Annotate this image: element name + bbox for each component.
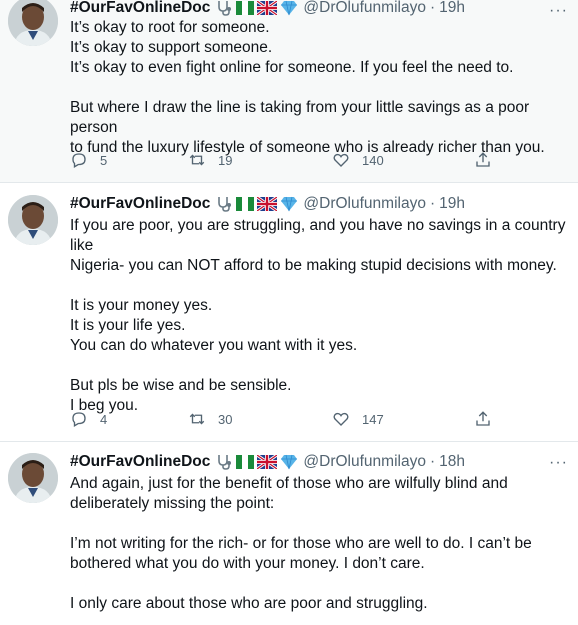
nigeria-flag-icon bbox=[236, 197, 255, 211]
uk-flag-icon bbox=[257, 1, 278, 15]
display-name[interactable]: #OurFavOnlineDoc bbox=[70, 452, 210, 472]
like-count: 147 bbox=[362, 411, 384, 427]
tweet-line: It is your money yes. bbox=[70, 297, 213, 314]
like-button[interactable]: 140 bbox=[332, 151, 384, 169]
tweet[interactable]: #OurFavOnlineDoc @DrOlufunmilayo · 19h I… bbox=[0, 183, 578, 442]
gem-icon bbox=[281, 454, 298, 470]
tweet-line: I only care about those who are poor and… bbox=[70, 595, 428, 612]
tweet-line: deliberately missing the point: bbox=[70, 495, 275, 512]
share-icon bbox=[476, 152, 490, 167]
tweet-text: And again, just for the benefit of those… bbox=[70, 474, 570, 614]
share-button[interactable] bbox=[474, 151, 492, 169]
like-count: 140 bbox=[362, 152, 384, 168]
timestamp[interactable]: 18h bbox=[439, 452, 465, 472]
heart-icon bbox=[333, 412, 349, 426]
reply-count: 4 bbox=[100, 411, 108, 427]
reply-count: 5 bbox=[100, 152, 108, 168]
avatar[interactable] bbox=[8, 195, 58, 245]
nigeria-flag-icon bbox=[236, 455, 255, 469]
like-button[interactable]: 147 bbox=[332, 410, 384, 428]
share-button[interactable] bbox=[474, 410, 492, 428]
share-icon bbox=[476, 411, 490, 426]
stethoscope-icon bbox=[218, 1, 232, 16]
name-emojis bbox=[215, 0, 298, 17]
tweet-line: bothered what you do with your money. I … bbox=[70, 555, 425, 572]
stethoscope-icon bbox=[218, 197, 232, 212]
tweet-line: It is your life yes. bbox=[70, 317, 186, 334]
reply-icon bbox=[72, 153, 86, 168]
retweet-button[interactable]: 30 bbox=[188, 410, 232, 428]
name-emojis bbox=[215, 195, 298, 213]
retweet-icon bbox=[189, 413, 205, 425]
avatar[interactable] bbox=[8, 453, 58, 503]
heart-icon bbox=[333, 153, 349, 167]
tweet-actions: 4 30 147 bbox=[70, 410, 500, 430]
handle[interactable]: @DrOlufunmilayo bbox=[303, 194, 426, 214]
uk-flag-icon bbox=[257, 197, 278, 211]
retweet-icon bbox=[189, 154, 205, 166]
separator-dot: · bbox=[429, 195, 436, 212]
handle[interactable]: @DrOlufunmilayo bbox=[303, 452, 426, 472]
tweet-line: It’s okay to even fight online for someo… bbox=[70, 59, 514, 76]
tweet-text: It’s okay to root for someone. It’s okay… bbox=[70, 18, 570, 158]
reply-button[interactable]: 5 bbox=[70, 151, 107, 169]
retweet-count: 19 bbox=[218, 152, 233, 168]
gem-icon bbox=[281, 0, 298, 16]
reply-button[interactable]: 4 bbox=[70, 410, 107, 428]
tweet-line: And again, just for the benefit of those… bbox=[70, 475, 508, 492]
retweet-count: 30 bbox=[218, 411, 233, 427]
retweet-button[interactable]: 19 bbox=[188, 151, 232, 169]
avatar[interactable] bbox=[8, 0, 58, 46]
gem-icon bbox=[281, 196, 298, 212]
tweet-text: If you are poor, you are struggling, and… bbox=[70, 216, 570, 416]
separator-dot: · bbox=[429, 453, 436, 470]
tweet-line: But pls be wise and be sensible. bbox=[70, 377, 292, 394]
tweet-line: Nigeria- you can NOT afford to be making… bbox=[70, 257, 557, 274]
tweet-line: I’m not writing for the rich- or for tho… bbox=[70, 535, 532, 552]
stethoscope-icon bbox=[218, 455, 232, 470]
timestamp[interactable]: 19h bbox=[439, 0, 465, 18]
display-name[interactable]: #OurFavOnlineDoc bbox=[70, 194, 210, 214]
tweet-line: It’s okay to root for someone. bbox=[70, 19, 270, 36]
tweet-line: It’s okay to support someone. bbox=[70, 39, 273, 56]
nigeria-flag-icon bbox=[236, 1, 255, 15]
handle[interactable]: @DrOlufunmilayo bbox=[303, 0, 426, 18]
display-name[interactable]: #OurFavOnlineDoc bbox=[70, 0, 210, 18]
name-emojis bbox=[215, 453, 298, 471]
tweet[interactable]: #OurFavOnlineDoc @DrOlufunmilayo · 19h ·… bbox=[0, 0, 578, 182]
tweet-line: But where I draw the line is taking from… bbox=[70, 99, 530, 136]
tweet-line: If you are poor, you are struggling, and… bbox=[70, 217, 566, 254]
timestamp[interactable]: 19h bbox=[439, 194, 465, 214]
uk-flag-icon bbox=[257, 455, 278, 469]
reply-icon bbox=[72, 412, 86, 427]
tweet-line: You can do whatever you want with it yes… bbox=[70, 337, 358, 354]
separator-dot: · bbox=[429, 0, 436, 16]
tweet[interactable]: #OurFavOnlineDoc @DrOlufunmilayo · 18h ·… bbox=[0, 442, 578, 625]
more-options-icon[interactable]: ··· bbox=[549, 454, 568, 472]
tweet-actions: 5 19 140 bbox=[70, 151, 500, 171]
